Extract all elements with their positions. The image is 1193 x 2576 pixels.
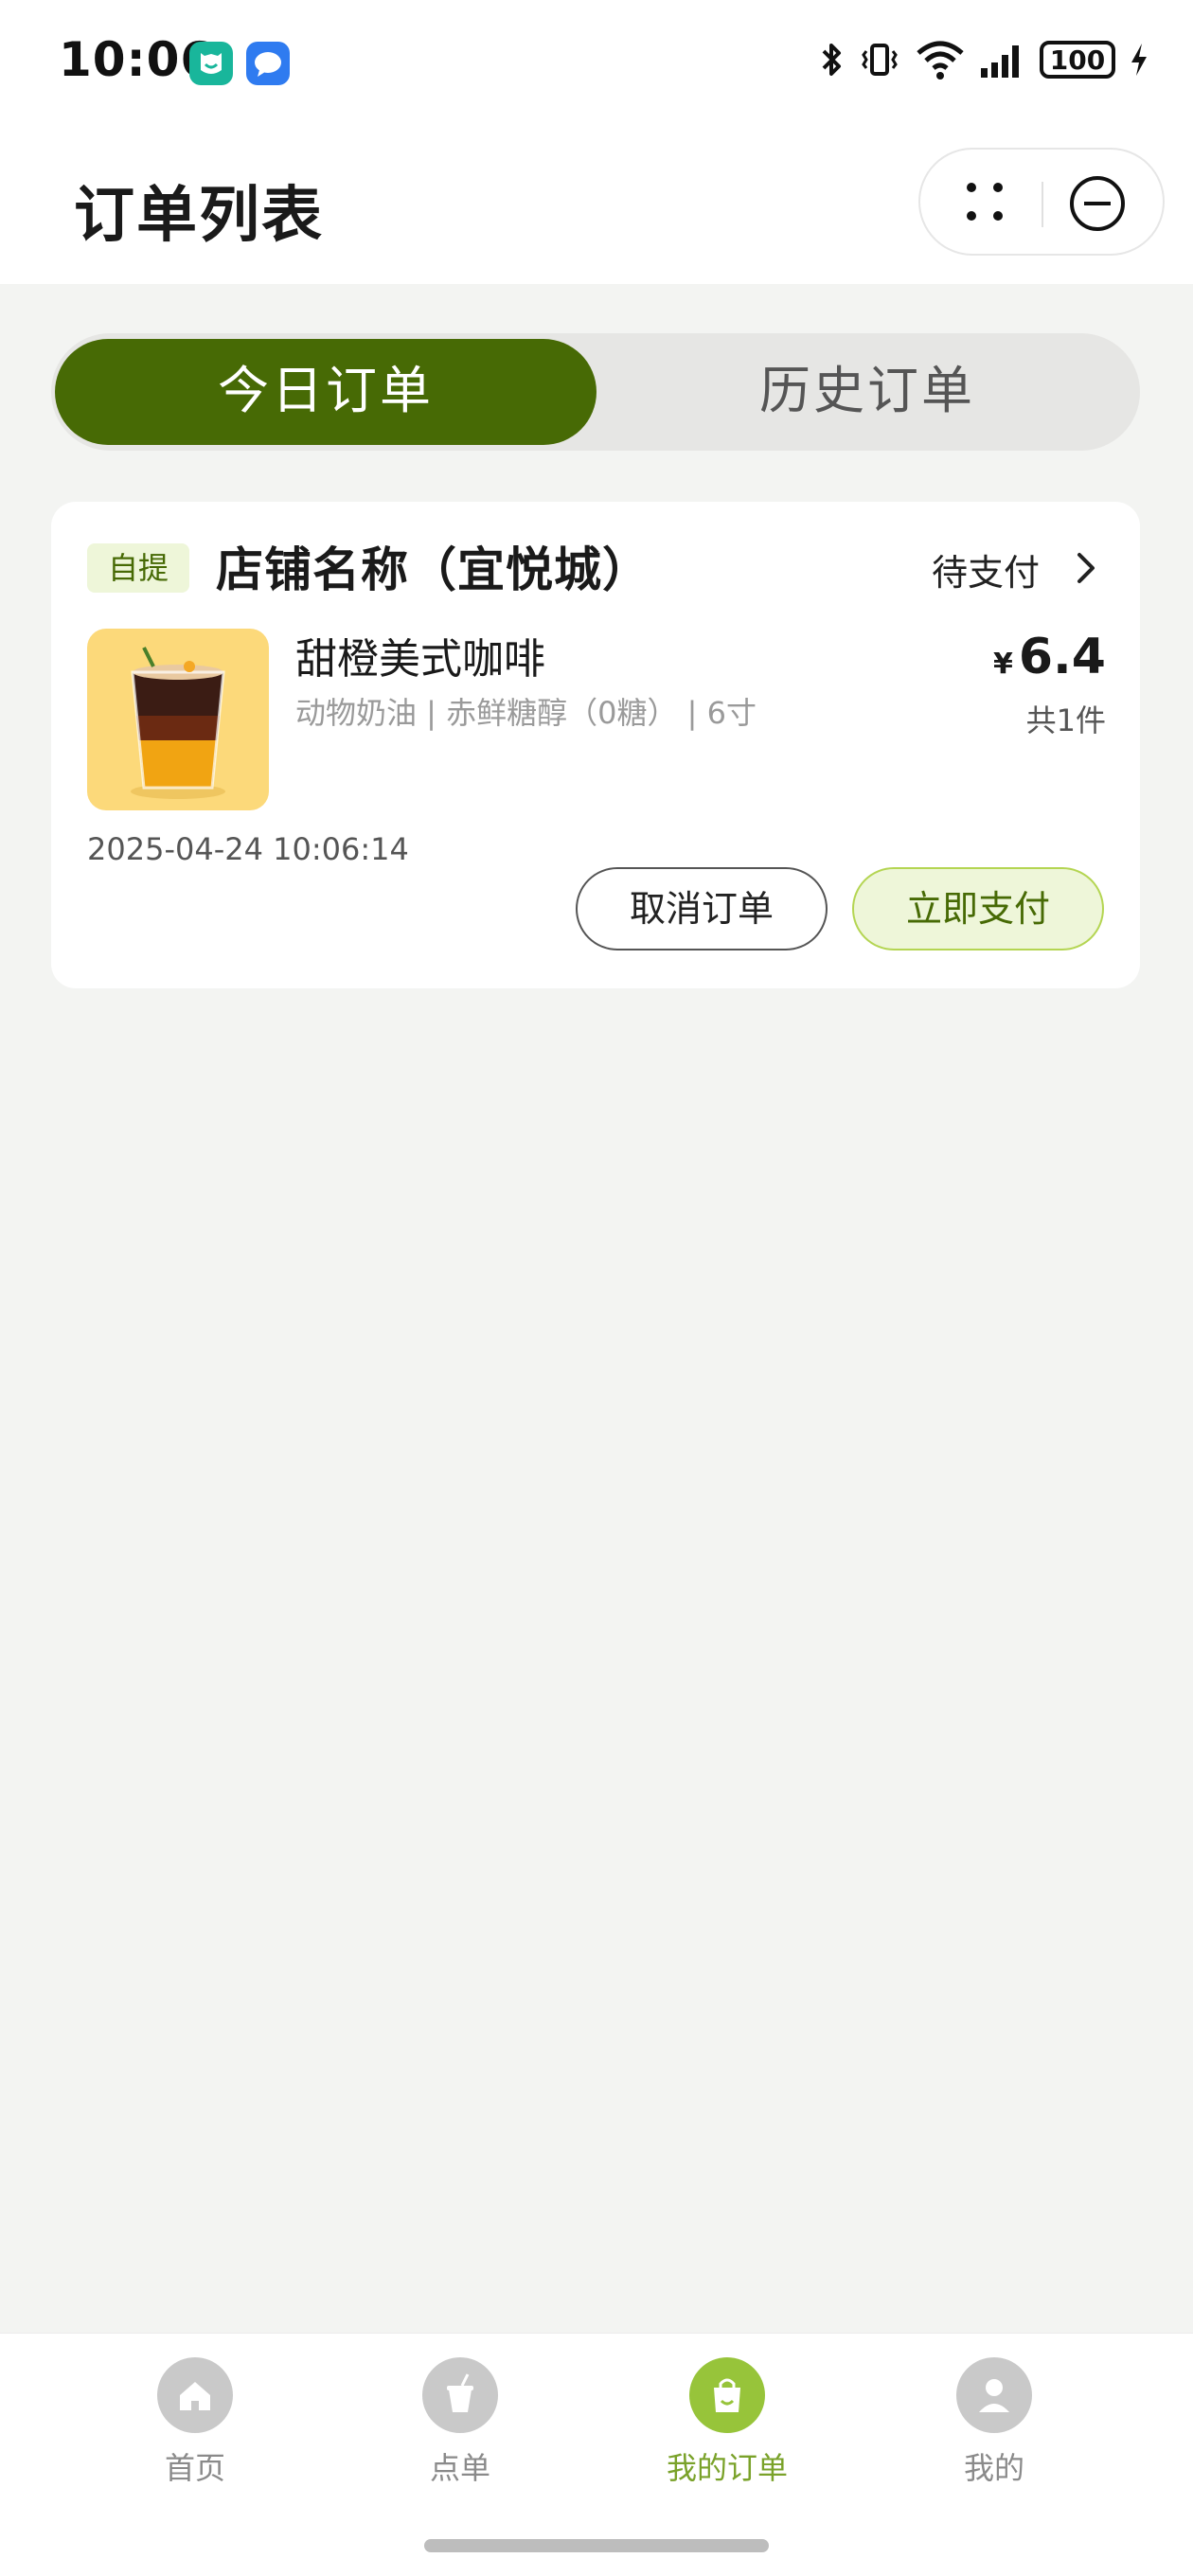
mi-app-icon bbox=[189, 42, 233, 85]
nav-item-my-orders[interactable]: 我的订单 bbox=[632, 2357, 822, 2486]
wifi-icon bbox=[917, 41, 964, 80]
order-status[interactable]: 待支付 bbox=[932, 543, 1040, 595]
pickup-badge: 自提 bbox=[87, 543, 189, 593]
item-count: 共1件 bbox=[1025, 702, 1106, 738]
drink-cup-icon bbox=[422, 2357, 498, 2433]
nav-label-my-orders: 我的订单 bbox=[666, 2450, 788, 2486]
message-app-icon bbox=[246, 42, 290, 85]
chevron-right-icon[interactable] bbox=[1070, 547, 1102, 589]
pay-now-button[interactable]: 立即支付 bbox=[852, 867, 1104, 950]
shopping-bag-icon bbox=[689, 2357, 765, 2433]
more-dots-icon[interactable] bbox=[956, 176, 1013, 227]
shop-name: 店铺名称（宜悦城） bbox=[216, 542, 650, 597]
tab-history-orders[interactable]: 历史订单 bbox=[596, 358, 1138, 424]
nav-label-profile: 我的 bbox=[963, 2450, 1024, 2486]
price-value: 6.4 bbox=[1018, 629, 1106, 685]
cancel-order-button[interactable]: 取消订单 bbox=[576, 867, 828, 950]
home-indicator[interactable] bbox=[424, 2539, 769, 2552]
nav-label-home: 首页 bbox=[164, 2450, 225, 2486]
product-spec: 动物奶油 | 赤鲜糖醇（0糖） | 6寸 bbox=[295, 695, 757, 731]
order-datetime: 2025-04-24 10:06:14 bbox=[87, 831, 409, 867]
signal-icon bbox=[981, 45, 1019, 78]
nav-item-home[interactable]: 首页 bbox=[100, 2357, 290, 2486]
charging-icon bbox=[1131, 44, 1147, 76]
nav-item-profile[interactable]: 我的 bbox=[899, 2357, 1089, 2486]
product-name: 甜橙美式咖啡 bbox=[295, 635, 545, 684]
status-icons: 100 bbox=[818, 38, 1149, 81]
page-title: 订单列表 bbox=[74, 181, 324, 251]
close-circle-icon[interactable] bbox=[1068, 174, 1127, 233]
currency-symbol: ¥ bbox=[993, 648, 1013, 681]
battery-level: 100 bbox=[1049, 44, 1106, 76]
nav-label-order: 点单 bbox=[429, 2450, 490, 2486]
order-price: ¥ 6.4 bbox=[993, 629, 1106, 685]
iced-coffee-image bbox=[87, 629, 269, 810]
capsule-divider bbox=[1042, 182, 1043, 227]
home-icon bbox=[157, 2357, 233, 2433]
tab-today-orders[interactable]: 今日订单 bbox=[55, 358, 596, 424]
vibrate-icon bbox=[862, 44, 898, 76]
nav-item-order[interactable]: 点单 bbox=[365, 2357, 555, 2486]
user-icon bbox=[956, 2357, 1032, 2433]
battery-icon: 100 bbox=[1040, 41, 1115, 79]
bluetooth-icon bbox=[822, 44, 841, 76]
